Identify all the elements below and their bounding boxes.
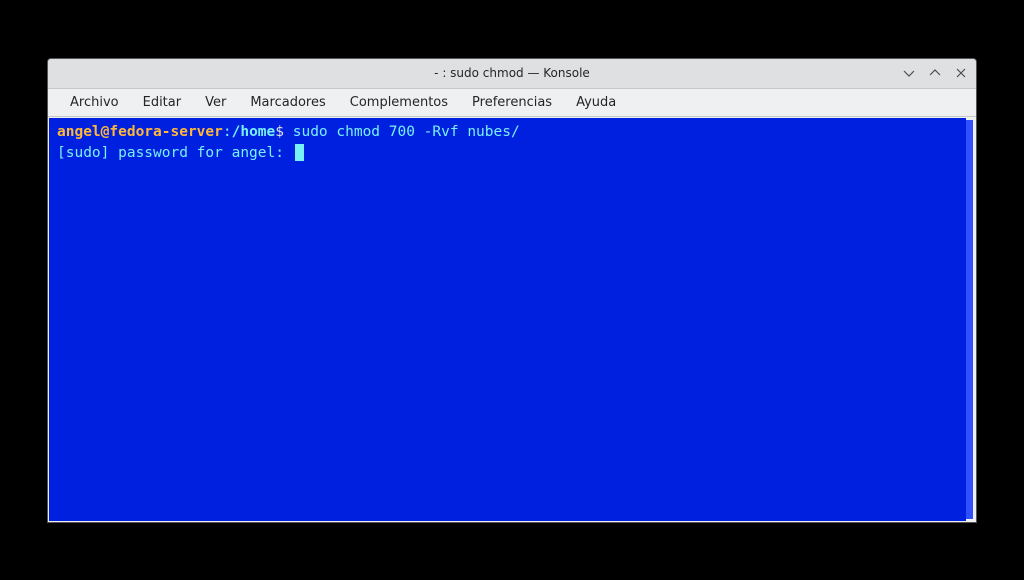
close-button[interactable] bbox=[952, 64, 970, 82]
terminal-line-2: [sudo] password for angel: bbox=[57, 143, 958, 164]
menu-preferencias[interactable]: Preferencias bbox=[460, 91, 564, 114]
menu-ayuda[interactable]: Ayuda bbox=[564, 91, 628, 114]
command-text: sudo chmod 700 -Rvf nubes/ bbox=[284, 124, 520, 140]
menu-ver[interactable]: Ver bbox=[193, 91, 238, 114]
terminal-cursor bbox=[295, 144, 304, 161]
prompt-path: /home bbox=[232, 124, 276, 140]
menubar: Archivo Editar Ver Marcadores Complement… bbox=[48, 89, 976, 117]
maximize-button[interactable] bbox=[926, 64, 944, 82]
menu-archivo[interactable]: Archivo bbox=[58, 91, 131, 114]
prompt-userhost: angel@fedora-server bbox=[57, 124, 223, 140]
chevron-down-icon bbox=[902, 66, 916, 80]
window-title: - : sudo chmod — Konsole bbox=[434, 66, 590, 80]
menu-marcadores[interactable]: Marcadores bbox=[238, 91, 337, 114]
minimize-button[interactable] bbox=[900, 64, 918, 82]
sudo-prompt: [sudo] password for angel: bbox=[57, 145, 293, 161]
close-icon bbox=[954, 66, 968, 80]
prompt-dollar: $ bbox=[275, 124, 284, 140]
prompt-colon: : bbox=[223, 124, 232, 140]
terminal[interactable]: angel@fedora-server:/home$ sudo chmod 70… bbox=[49, 118, 966, 521]
chevron-up-icon bbox=[928, 66, 942, 80]
scrollbar[interactable] bbox=[966, 120, 973, 519]
menu-complementos[interactable]: Complementos bbox=[338, 91, 460, 114]
menu-editar[interactable]: Editar bbox=[131, 91, 194, 114]
konsole-window: - : sudo chmod — Konsole Archivo Editar bbox=[47, 58, 977, 523]
terminal-container: angel@fedora-server:/home$ sudo chmod 70… bbox=[48, 117, 976, 522]
titlebar[interactable]: - : sudo chmod — Konsole bbox=[48, 59, 976, 89]
window-controls bbox=[900, 64, 970, 82]
terminal-line-1: angel@fedora-server:/home$ sudo chmod 70… bbox=[57, 122, 958, 143]
